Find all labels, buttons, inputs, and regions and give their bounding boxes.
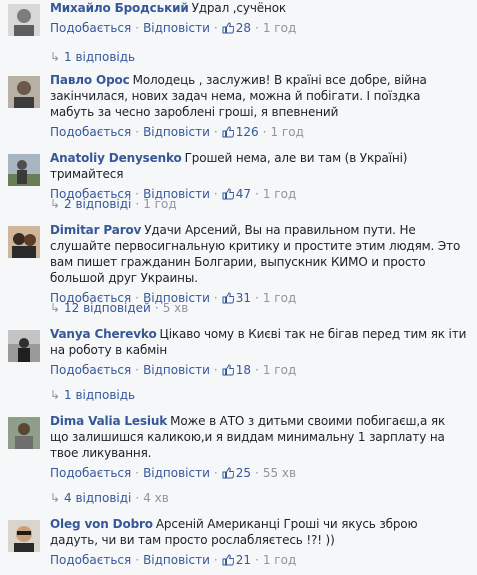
like-count[interactable]: 21 (236, 553, 251, 567)
reply-arrow-icon: ↳ (50, 388, 61, 402)
comment-actions: Подобається · Відповісти · 18 · 1 год (50, 362, 467, 378)
thumbs-up-icon[interactable] (222, 126, 235, 142)
like-count[interactable]: 31 (236, 291, 251, 305)
replies-count[interactable]: 12 відповідей (64, 301, 151, 315)
replies-count[interactable]: 4 відповіді (64, 491, 131, 505)
like-button[interactable]: Подобається (50, 466, 131, 480)
comment-text: Oleg von Dobro Арсеній Американці Гроші ч… (50, 516, 467, 548)
reply-arrow-icon: ↳ (50, 491, 61, 505)
reply-arrow-icon: ↳ (50, 197, 61, 211)
comment-author[interactable]: Dima Valia Lesiuk (50, 414, 167, 428)
comment-text: Vanya Cherevko Цікаво чому в Києві так не… (50, 326, 467, 358)
replies-count[interactable]: 1 відповідь (64, 388, 135, 402)
avatar[interactable] (8, 226, 40, 258)
comment-actions: Подобається · Відповісти · 126 · 1 год (50, 124, 467, 140)
comment-author[interactable]: Павло Орос (50, 73, 130, 87)
replies-link[interactable]: ↳ 4 відповіді · 4 хв (50, 490, 169, 506)
reply-arrow-icon: ↳ (50, 301, 61, 315)
comment-author[interactable]: Михайло Бродський (50, 1, 189, 15)
thumbs-up-icon[interactable] (222, 292, 235, 308)
like-count[interactable]: 18 (236, 363, 251, 377)
avatar[interactable] (8, 4, 40, 36)
replies-link[interactable]: ↳ 12 відповідей · 5 хв (50, 300, 188, 316)
reply-button[interactable]: Відповісти (143, 466, 210, 480)
reply-button[interactable]: Відповісти (143, 363, 210, 377)
replies-link[interactable]: ↳ 1 відповідь (50, 49, 135, 65)
comment-actions: Подобається · Відповісти · 25 · 55 хв (50, 465, 467, 481)
like-count[interactable]: 47 (236, 187, 251, 201)
avatar[interactable] (8, 154, 40, 186)
replies-link[interactable]: ↳ 1 відповідь (50, 387, 135, 403)
comment-author[interactable]: Anatoliy Denysenko (50, 151, 182, 165)
avatar[interactable] (8, 520, 40, 552)
like-count[interactable]: 28 (236, 21, 251, 35)
comment-actions: Подобається · Відповісти · 28 · 1 год (50, 20, 467, 36)
comment-text: Михайло Бродський Удрал ,сучёнок (50, 0, 467, 16)
reply-button[interactable]: Відповісти (143, 21, 210, 35)
thumbs-up-icon[interactable] (222, 22, 235, 38)
like-count[interactable]: 25 (236, 466, 251, 480)
like-button[interactable]: Подобається (50, 553, 131, 567)
replies-time: 4 хв (143, 491, 169, 505)
comment-time[interactable]: 1 год (263, 363, 296, 377)
like-button[interactable]: Подобається (50, 125, 131, 139)
comment-author[interactable]: Vanya Cherevko (50, 327, 157, 341)
comment-author[interactable]: Oleg von Dobro (50, 517, 153, 531)
replies-count[interactable]: 1 відповідь (64, 50, 135, 64)
replies-link[interactable]: ↳ 2 відповіді · 1 год (50, 196, 177, 212)
comment-time[interactable]: 1 год (263, 553, 296, 567)
comment-text: Dimitar Parov Удачи Арсений, Вы на правил… (50, 222, 467, 286)
comment-time[interactable]: 1 год (263, 291, 296, 305)
reply-arrow-icon: ↳ (50, 50, 61, 64)
comment-actions: Подобається · Відповісти · 21 · 1 год (50, 552, 467, 568)
replies-count[interactable]: 2 відповіді (64, 197, 131, 211)
replies-time: 1 год (143, 197, 177, 211)
thumbs-up-icon[interactable] (222, 467, 235, 483)
thumbs-up-icon[interactable] (222, 364, 235, 380)
like-count[interactable]: 126 (236, 125, 259, 139)
comment-text: Павло Орос Молодець , заслужив! В країні … (50, 72, 467, 120)
comment-time[interactable]: 1 год (270, 125, 303, 139)
like-button[interactable]: Подобається (50, 21, 131, 35)
comment-author[interactable]: Dimitar Parov (50, 223, 141, 237)
thumbs-up-icon[interactable] (222, 554, 235, 570)
like-button[interactable]: Подобається (50, 363, 131, 377)
comment-text: Dima Valia Lesiuk Може в АТО з дитьми сво… (50, 413, 467, 461)
replies-time: 5 хв (162, 301, 189, 315)
comment-time[interactable]: 1 год (263, 187, 296, 201)
comment-text: Anatoliy Denysenko Грошей нема, але ви та… (50, 150, 467, 182)
comment-time[interactable]: 55 хв (263, 466, 296, 480)
reply-button[interactable]: Відповісти (143, 553, 210, 567)
thumbs-up-icon[interactable] (222, 188, 235, 204)
comment-body: Удрал ,сучёнок (191, 1, 287, 15)
avatar[interactable] (8, 330, 40, 362)
reply-button[interactable]: Відповісти (143, 125, 210, 139)
avatar[interactable] (8, 417, 40, 449)
avatar[interactable] (8, 76, 40, 108)
comment-time[interactable]: 1 год (263, 21, 296, 35)
